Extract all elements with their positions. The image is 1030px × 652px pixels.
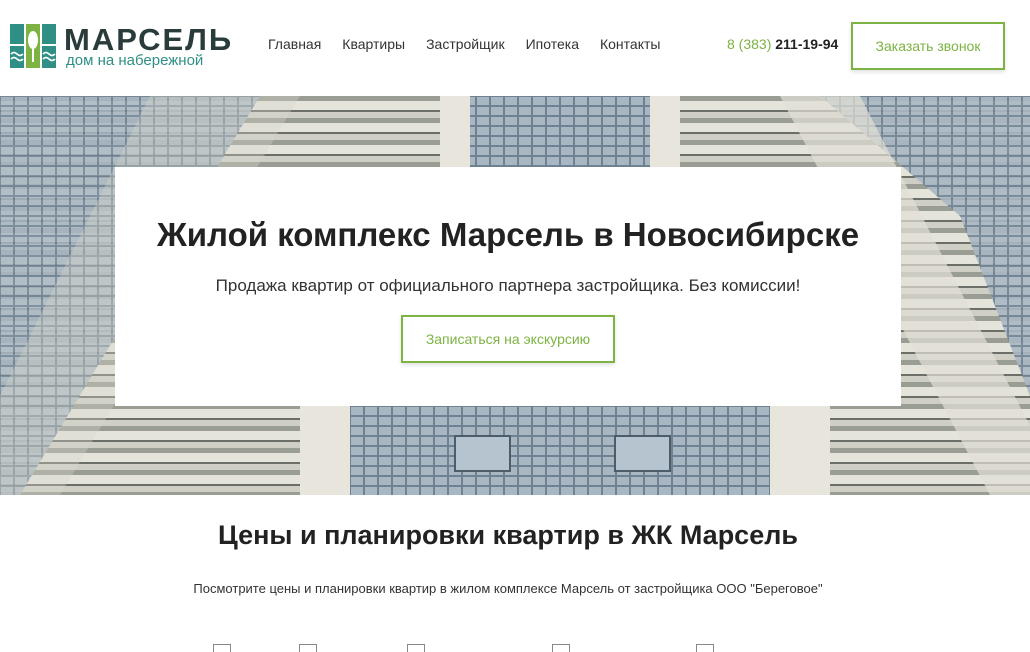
phone-link[interactable]: 8 (383) 211-19-94 bbox=[727, 36, 838, 52]
phone-number: 211-19-94 bbox=[775, 36, 839, 52]
hero-subtitle: Продажа квартир от официального партнера… bbox=[215, 276, 801, 295]
checkbox-icon[interactable] bbox=[407, 644, 425, 652]
nav-item-contacts[interactable]: Контакты bbox=[600, 36, 660, 52]
checkbox-icon[interactable] bbox=[299, 644, 317, 652]
room-filters bbox=[0, 644, 1030, 652]
nav-item-home[interactable]: Главная bbox=[268, 36, 321, 52]
logo-subtitle: дом на набережной bbox=[66, 52, 204, 69]
order-call-button[interactable]: Заказать звонок bbox=[851, 22, 1005, 70]
main-nav: Главная Квартиры Застройщик Ипотека Конт… bbox=[268, 36, 660, 52]
phone-code: 8 (383) bbox=[727, 36, 772, 52]
filter-checkbox[interactable] bbox=[299, 644, 325, 652]
filter-checkbox[interactable] bbox=[407, 644, 433, 652]
filter-checkbox[interactable] bbox=[213, 644, 239, 652]
checkbox-icon[interactable] bbox=[213, 644, 231, 652]
filter-checkbox[interactable] bbox=[552, 644, 578, 652]
prices-section-title: Цены и планировки квартир в ЖК Марсель bbox=[218, 520, 798, 550]
nav-item-apartments[interactable]: Квартиры bbox=[342, 36, 405, 52]
nav-item-developer[interactable]: Застройщик bbox=[426, 36, 505, 52]
hero-title: Жилой комплекс Марсель в Новосибирске bbox=[156, 216, 860, 253]
hero-section: Жилой комплекс Марсель в Новосибирске Пр… bbox=[0, 96, 1030, 495]
prices-section-subtitle: Посмотрите цены и планировки квартир в ж… bbox=[193, 581, 823, 596]
checkbox-icon[interactable] bbox=[696, 644, 714, 652]
logo-link[interactable]: МАРСЕЛЬ дом на набережной bbox=[10, 22, 245, 72]
book-tour-button[interactable]: Записаться на экскурсию bbox=[401, 315, 615, 363]
logo-icon bbox=[10, 24, 56, 68]
site-header: МАРСЕЛЬ дом на набережной Главная Кварти… bbox=[0, 0, 1030, 96]
filter-checkbox[interactable] bbox=[696, 644, 722, 652]
checkbox-icon[interactable] bbox=[552, 644, 570, 652]
hero-card: Жилой комплекс Марсель в Новосибирске Пр… bbox=[115, 167, 901, 406]
nav-item-mortgage[interactable]: Ипотека bbox=[526, 36, 579, 52]
